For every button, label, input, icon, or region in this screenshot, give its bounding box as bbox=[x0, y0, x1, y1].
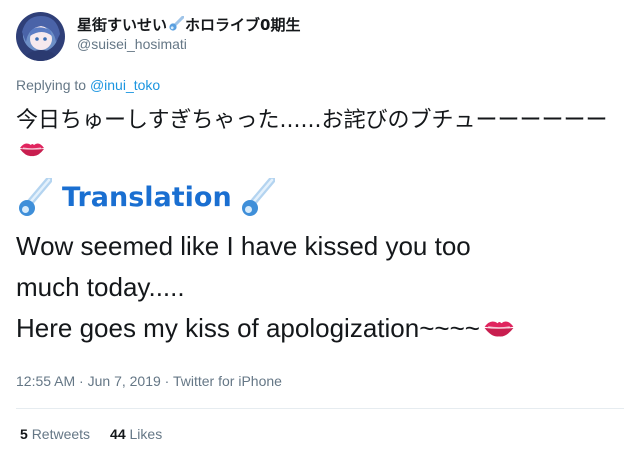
avatar-image bbox=[22, 16, 60, 61]
kiss-mark-icon bbox=[482, 311, 516, 337]
likes-stat[interactable]: 44 Likes bbox=[110, 426, 162, 442]
translation-line: Here goes my kiss of apologization~~~~ bbox=[16, 308, 626, 349]
tweet-date[interactable]: Jun 7, 2019 bbox=[88, 373, 161, 389]
tweet-meta: 12:55 AM · Jun 7, 2019 · Twitter for iPh… bbox=[16, 373, 282, 389]
display-name-prefix: 星街すいせい bbox=[77, 16, 168, 34]
retweets-count: 5 bbox=[20, 426, 28, 442]
reply-mention-link[interactable]: @inui_toko bbox=[90, 77, 160, 93]
reply-prefix: Replying to bbox=[16, 77, 90, 93]
translation-line: much today..... bbox=[16, 272, 185, 302]
translation-label: Translation bbox=[62, 182, 232, 213]
comet-icon bbox=[168, 15, 185, 32]
display-name-suffix: ホロライブ0期生 bbox=[185, 16, 301, 34]
user-handle[interactable]: @suisei_hosimati bbox=[77, 36, 187, 52]
tweet-time[interactable]: 12:55 AM bbox=[16, 373, 75, 389]
kiss-mark-icon bbox=[18, 138, 46, 158]
retweets-stat[interactable]: 5 Retweets bbox=[20, 426, 90, 442]
avatar[interactable] bbox=[16, 12, 65, 61]
tweet-stats: 5 Retweets 44 Likes bbox=[20, 426, 162, 442]
tweet-text: 今日ちゅーしすぎちゃった......お詫びのブチューーーーーー bbox=[16, 106, 628, 166]
tweet-card: 星街すいせい ホロライブ0期生 @suisei_hosimati Replying… bbox=[0, 0, 640, 461]
translation-body: Wow seemed like I have kissed you too mu… bbox=[16, 226, 626, 349]
meta-separator: · bbox=[160, 373, 173, 389]
likes-label: Likes bbox=[129, 426, 163, 442]
likes-count: 44 bbox=[110, 426, 126, 442]
translation-line-text: Here goes my kiss of apologization~~~~ bbox=[16, 313, 480, 343]
comet-icon bbox=[16, 178, 52, 218]
meta-separator: · bbox=[75, 373, 88, 389]
comet-icon bbox=[239, 178, 275, 218]
tweet-source[interactable]: Twitter for iPhone bbox=[173, 373, 282, 389]
tweet-text-body: 今日ちゅーしすぎちゃった......お詫びのブチューーーーーー bbox=[16, 108, 608, 133]
translation-header: Translation bbox=[16, 176, 275, 220]
display-name[interactable]: 星街すいせい ホロライブ0期生 bbox=[77, 14, 300, 35]
divider bbox=[16, 408, 624, 409]
translation-line: Wow seemed like I have kissed you too bbox=[16, 231, 471, 261]
retweets-label: Retweets bbox=[31, 426, 91, 442]
reply-context: Replying to @inui_toko bbox=[16, 77, 160, 93]
